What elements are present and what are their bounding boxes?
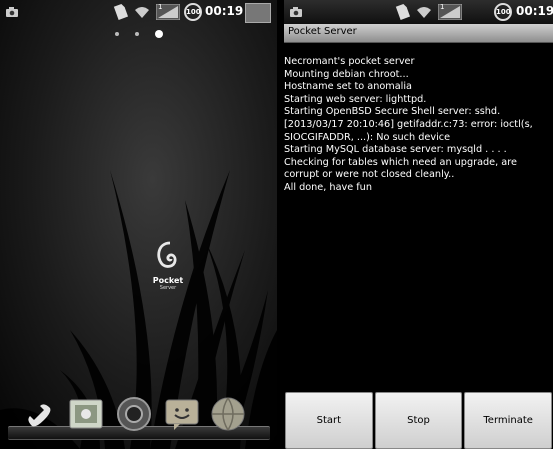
messaging-icon[interactable] (164, 396, 200, 432)
app-title: Pocket Server (288, 26, 357, 37)
sd-card-icon (113, 4, 128, 20)
signal-badge: 1 (158, 3, 163, 11)
log-line: All done, have fun (284, 181, 372, 193)
gallery-icon[interactable] (68, 396, 104, 432)
camera-notification-icon (6, 7, 18, 17)
page-dot[interactable] (114, 31, 119, 36)
page-dot[interactable] (134, 31, 139, 36)
start-button[interactable]: Start (285, 392, 373, 449)
dock (8, 390, 270, 442)
battery-icon: 100 (494, 3, 512, 21)
terminate-button[interactable]: Terminate (464, 392, 553, 449)
stop-button[interactable]: Stop (374, 392, 463, 449)
log-line: Starting web server: lighttpd. (284, 93, 427, 105)
page-indicator (0, 23, 277, 42)
status-time: 00:19 (205, 4, 244, 18)
battery-icon: 100 (184, 3, 202, 21)
control-buttons: Start Stop Terminate (284, 392, 553, 449)
status-bar: 1 100 00:19 (284, 0, 553, 24)
log-line: Starting OpenBSD Secure Shell server: ss… (284, 106, 501, 118)
camera-icon[interactable] (116, 396, 152, 432)
wifi-icon (135, 7, 149, 18)
app-titlebar: Pocket Server (284, 24, 553, 43)
console-log: Necromant's pocket server Mounting debia… (284, 56, 550, 195)
log-line: [2013/03/17 20:10:46] getifaddr.c:73: er… (284, 118, 533, 143)
camera-notification-icon (290, 7, 302, 17)
log-line: Mounting debian chroot... (284, 68, 409, 80)
wifi-icon (417, 7, 431, 18)
log-line: Hostname set to anomalia (284, 81, 412, 93)
home-screen: 1 100 00:19 Pocket Server (0, 0, 277, 449)
quick-toggle-icon[interactable] (245, 3, 271, 23)
sd-card-icon (395, 4, 410, 20)
pocket-server-shortcut[interactable]: Pocket Server (138, 237, 198, 291)
status-bar: 1 100 00:19 (0, 0, 277, 24)
debian-swirl-icon (157, 241, 177, 268)
status-time: 00:19 (516, 4, 553, 18)
page-dot-active[interactable] (154, 29, 163, 38)
screen-divider (277, 0, 284, 449)
log-line: Necromant's pocket server (284, 56, 415, 67)
app-sublabel: Server (159, 285, 177, 291)
signal-badge: 1 (440, 3, 445, 11)
pocket-server-app: 1 100 00:19 Pocket Server Necromant's po… (284, 0, 553, 449)
browser-icon[interactable] (210, 396, 246, 432)
grass-wallpaper (0, 170, 277, 449)
phone-icon[interactable] (22, 396, 58, 432)
app-label: Pocket (152, 276, 184, 285)
log-line: Starting MySQL database server: mysqld .… (284, 144, 517, 181)
